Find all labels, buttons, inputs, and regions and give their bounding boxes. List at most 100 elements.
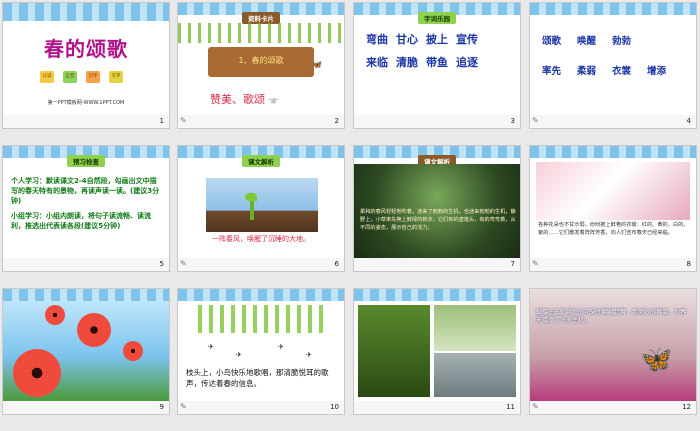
word-item: 弯曲 — [366, 33, 388, 46]
bird-photo — [358, 305, 430, 397]
word-item: 清脆 — [396, 56, 418, 69]
slide-number: 2 — [334, 117, 339, 125]
slide-thumbnail-4[interactable]: 颂歌 唤醒 勃勃 率先 柔弱 衣裳 增添 ✎ 4 — [529, 2, 697, 129]
poppy-flower — [123, 341, 143, 361]
slide-area — [354, 289, 520, 401]
slide-area: 预习检查 个人学习：默读课文2-4自然段，勾画出文中描写的春天特有的景物，再读声… — [3, 146, 169, 258]
slide-number: 5 — [159, 260, 164, 268]
slide-footer: 11 — [354, 401, 520, 414]
subtitle-small: “颂” — [268, 99, 279, 105]
subtitle-main: 赞美、歌颂 — [210, 93, 265, 106]
willow-branches — [198, 305, 323, 333]
slide-area: 资料卡片 1、春的颂歌 🦋 赞美、歌颂 “颂” — [178, 3, 344, 115]
caption: 一阵春风，唤醒了沉睡的大地。 — [212, 235, 310, 243]
paragraph: 个人学习：默读课文2-4自然段，勾画出文中描写的春天特有的景物，再读声读一读。(… — [11, 177, 160, 205]
slide-area — [3, 289, 169, 401]
annotation-icon: ✎ — [180, 402, 187, 411]
word-item: 衣裳 — [612, 66, 632, 77]
annotation-icon: ✎ — [532, 259, 539, 268]
body-text: 枝头上，小鸟快乐地歌唱，那清脆悦耳的歌声，传达着春的信息。 — [186, 368, 329, 388]
slide-number: 3 — [510, 117, 515, 125]
title-text: 春的颂歌 — [44, 37, 128, 61]
subtitle-text: 赞美、歌颂 “颂” — [210, 91, 279, 107]
butterfly-icon: 🦋 — [640, 345, 673, 375]
sky-banner — [3, 289, 169, 301]
paragraph: 小组学习：小组内朗读，将句子读流畅、读流利，推选出代表读各段(建议5分钟) — [11, 212, 151, 230]
chip-label: 写字 — [109, 71, 123, 83]
body-text: 柔和的春风轻轻地吹着，迷来了勃勃的生机。也迷来勃勃的生机，静野上，小草率先换上鲜… — [360, 209, 516, 231]
slide-thumbnail-2[interactable]: 资料卡片 1、春的颂歌 🦋 赞美、歌颂 “颂” ✎ 2 — [177, 2, 345, 129]
slide-thumbnail-11[interactable]: 11 — [353, 288, 521, 415]
chip-row: 认读 正音 识字 写字 — [40, 71, 123, 83]
vines-decoration — [178, 23, 344, 43]
slide-thumbnail-8[interactable]: 各种花朵也不甘示弱，纷纷披上鲜艳的衣裳：红的、黄的、白的、紫的……它们散发着阵阵… — [529, 145, 697, 272]
slide-footer: ✎ 4 — [530, 115, 696, 128]
bird-icon: ✈ — [278, 343, 284, 351]
sky-banner — [530, 146, 696, 158]
sprout-image — [206, 178, 318, 232]
slide-footer: ✎ 6 — [178, 258, 344, 271]
poppy-flower — [77, 313, 111, 347]
site-label: 第一PPT模板网-WWW.1PPT.COM — [47, 100, 125, 106]
slide-footer: 9 — [3, 401, 169, 414]
poppy-flower — [13, 349, 61, 397]
word-item: 增添 — [647, 66, 667, 77]
sky-banner — [354, 289, 520, 301]
chip-label: 识字 — [86, 71, 100, 83]
section-chip: 预习检查 — [67, 155, 105, 167]
slide-footer: ✎ 10 — [178, 401, 344, 414]
slide-thumbnail-12[interactable]: 蝴蝶在五彩缤纷的花朵间翩翩起舞，那美妙的舞姿，为春天增添了许多生机。 🦋 ✎ 1… — [529, 288, 697, 415]
word-item: 来临 — [366, 56, 388, 69]
chip-label: 认读 — [40, 71, 54, 83]
slide-footer: 5 — [3, 258, 169, 271]
preview-text: 个人学习：默读课文2-4自然段，勾画出文中描写的春天特有的景物，再读声读一读。(… — [11, 176, 163, 236]
slide-footer: ✎ 8 — [530, 258, 696, 271]
slide-thumbnail-10[interactable]: ✈ ✈ ✈ ✈ 枝头上，小鸟快乐地歌唱，那清脆悦耳的歌声，传达着春的信息。 ✎ … — [177, 288, 345, 415]
annotation-icon: ✎ — [180, 259, 187, 268]
slide-footer: 3 — [354, 115, 520, 128]
slide-footer: ✎ 2 — [178, 115, 344, 128]
slide-area: 课文解析 柔和的春风轻轻地吹着，迷来了勃勃的生机。也迷来勃勃的生机，静野上，小草… — [354, 146, 520, 258]
slide-thumbnail-6[interactable]: 课文解析 一阵春风，唤醒了沉睡的大地。 ✎ 6 — [177, 145, 345, 272]
slide-thumbnail-3[interactable]: 字词乐园 弯曲 甘心 披上 宣传 来临 清脆 带鱼 追逐 3 — [353, 2, 521, 129]
bird-photo — [434, 305, 516, 351]
section-chip: 课文解析 — [242, 155, 280, 167]
body-text: 蝴蝶在五彩缤纷的花朵间翩翩起舞，那美妙的舞姿，为春天增添了许多生机。 — [536, 309, 687, 324]
word-item: 勃勃 — [612, 36, 632, 47]
slide-number: 12 — [682, 403, 691, 411]
slide-thumbnail-9[interactable]: 9 — [2, 288, 170, 415]
annotation-icon: ✎ — [180, 116, 187, 125]
word-item: 颂歌 — [542, 36, 562, 47]
chip-label: 正音 — [63, 71, 77, 83]
annotation-icon: ✎ — [532, 116, 539, 125]
poppy-flower — [45, 305, 65, 325]
sky-banner — [178, 289, 344, 301]
bird-photo — [434, 353, 516, 397]
sprout-icon — [245, 193, 257, 220]
sky-banner — [3, 3, 169, 21]
sky-banner — [530, 3, 696, 15]
title-board: 1、春的颂歌 — [208, 47, 314, 77]
section-chip: 字词乐园 — [418, 12, 456, 24]
slide-footer: ✎ 12 — [530, 401, 696, 414]
slide-area: ✈ ✈ ✈ ✈ 枝头上，小鸟快乐地歌唱，那清脆悦耳的歌声，传达着春的信息。 — [178, 289, 344, 401]
slide-thumbnail-1[interactable]: 春的颂歌 认读 正音 识字 写字 第一PPT模板网-WWW.1PPT.COM 1 — [2, 2, 170, 129]
slide-number: 9 — [159, 403, 164, 411]
slide-thumbnail-7[interactable]: 课文解析 柔和的春风轻轻地吹着，迷来了勃勃的生机。也迷来勃勃的生机，静野上，小草… — [353, 145, 521, 272]
butterfly-icon: 🦋 — [312, 60, 322, 69]
slide-area: 各种花朵也不甘示弱，纷纷披上鲜艳的衣裳：红的、黄的、白的、紫的……它们散发着阵阵… — [530, 146, 696, 258]
word-item: 柔弱 — [577, 66, 597, 77]
word-grid: 颂歌 唤醒 勃勃 率先 柔弱 衣裳 增添 — [542, 33, 688, 93]
slide-area: 蝴蝶在五彩缤纷的花朵间翩翩起舞，那美妙的舞姿，为春天增添了许多生机。 🦋 — [530, 289, 696, 401]
slide-number: 7 — [510, 260, 515, 268]
slide-number: 1 — [159, 117, 164, 125]
slide-number: 4 — [686, 117, 691, 125]
slide-area: 颂歌 唤醒 勃勃 率先 柔弱 衣裳 增添 — [530, 3, 696, 115]
annotation-icon: ✎ — [532, 402, 539, 411]
slide-number: 10 — [330, 403, 339, 411]
word-item: 唤醒 — [577, 36, 597, 47]
poppy-image — [3, 301, 169, 401]
word-item: 甘心 — [396, 33, 418, 46]
slide-thumbnail-5[interactable]: 预习检查 个人学习：默读课文2-4自然段，勾画出文中描写的春天特有的景物，再读声… — [2, 145, 170, 272]
bird-icon: ✈ — [208, 343, 214, 351]
